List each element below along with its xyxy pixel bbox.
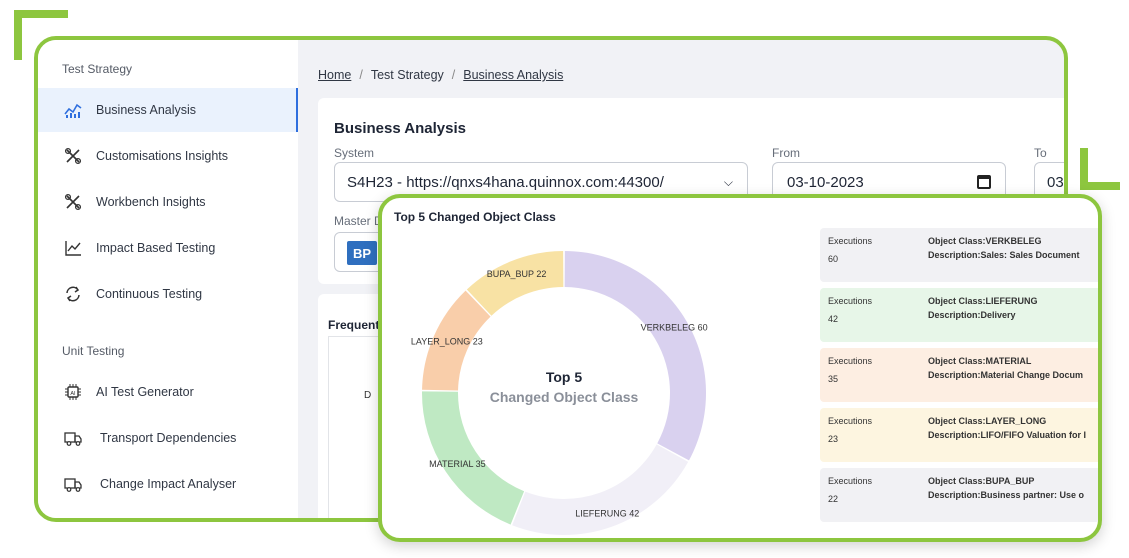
executions-label: Executions xyxy=(828,296,873,306)
object-class-text: Object Class:LIEFERUNG xyxy=(928,296,1038,306)
description-text: Description:Material Change Docum xyxy=(928,370,1084,380)
sidebar-section-title: Unit Testing xyxy=(62,344,125,358)
truck-icon xyxy=(62,475,84,493)
tools-icon xyxy=(62,147,84,165)
executions-value: 22 xyxy=(828,494,839,504)
analytics-chart-icon xyxy=(62,101,84,119)
donut-segment-label: LIEFERUNG 42 xyxy=(575,508,639,518)
sidebar-item-workbench-insights[interactable]: Workbench Insights xyxy=(38,180,298,224)
sidebar-item-continuous-testing[interactable]: Continuous Testing xyxy=(38,272,298,316)
breadcrumb-separator: / xyxy=(451,68,456,82)
breadcrumb: Home / Test Strategy / Business Analysis xyxy=(318,68,563,82)
sidebar-item-label: Change Impact Analyser xyxy=(100,477,237,491)
donut-center-title: Top 5 xyxy=(546,369,583,385)
sidebar-item-label: Transport Dependencies xyxy=(100,431,237,445)
decorative-corner-right xyxy=(1080,148,1120,190)
sidebar: Test Strategy Business Analysis Customis… xyxy=(38,40,298,518)
svg-text:AI: AI xyxy=(70,391,76,397)
breadcrumb-separator: / xyxy=(359,68,363,82)
execution-card[interactable]: Executions 42 Object Class:LIEFERUNG Descri… xyxy=(820,288,1098,342)
frequent-title: Frequent xyxy=(328,318,380,332)
refresh-icon xyxy=(62,285,84,303)
master-data-label: Master D xyxy=(334,214,383,228)
sidebar-item-business-analysis[interactable]: Business Analysis xyxy=(38,88,298,132)
sidebar-item-transport-dependencies[interactable]: Transport Dependencies xyxy=(38,416,298,460)
donut-segment-label: LAYER_LONG 23 xyxy=(411,336,483,346)
system-label: System xyxy=(334,146,375,160)
truck-icon xyxy=(62,429,84,447)
donut-segment-verkbeleg[interactable] xyxy=(564,251,706,461)
sidebar-item-change-impact-analyser[interactable]: Change Impact Analyser xyxy=(38,462,298,506)
donut-chart: VERKBELEG 60 LIEFERUNG 42 MATERIAL 35 LAYER… xyxy=(411,251,708,535)
from-label: From xyxy=(772,146,800,160)
page-title: Business Analysis xyxy=(334,120,467,137)
object-class-text: Object Class:BUPA_BUP xyxy=(928,476,1035,486)
execution-card[interactable]: Executions 23 Object Class:LAYER_LONG Descr… xyxy=(820,408,1098,462)
donut-segment-label: BUPA_BUP 22 xyxy=(487,269,547,279)
executions-value: 60 xyxy=(828,254,839,264)
executions-label: Executions xyxy=(828,416,873,426)
to-label: To xyxy=(1034,146,1047,160)
execution-card[interactable]: Executions 60 Object Class:VERKBELEG Descri… xyxy=(820,228,1098,282)
ai-chip-icon: AI xyxy=(62,383,84,401)
executions-value: 42 xyxy=(828,314,839,324)
breadcrumb-home-link[interactable]: Home xyxy=(318,68,351,82)
sidebar-section-title: Test Strategy xyxy=(62,62,133,76)
system-select-value: S4H23 - https://qnxs4hana.quinnox.com:44… xyxy=(347,173,664,191)
description-text: Description:LIFO/FIFO Valuation for I xyxy=(928,430,1087,440)
sidebar-item-label: AI Test Generator xyxy=(96,385,194,399)
description-text: Description:Delivery xyxy=(928,310,1016,320)
donut-segment-label: VERKBELEG 60 xyxy=(641,323,708,333)
line-chart-icon xyxy=(62,239,84,257)
object-class-text: Object Class:LAYER_LONG xyxy=(928,416,1047,426)
sidebar-item-label: Continuous Testing xyxy=(96,287,203,301)
sidebar-item-ai-test-generator[interactable]: AI AI Test Generator xyxy=(38,370,298,414)
calendar-icon[interactable] xyxy=(977,175,991,189)
description-text: Description:Sales: Sales Document xyxy=(928,250,1080,260)
frequent-chart-letter: D xyxy=(364,390,372,401)
breadcrumb-current-link[interactable]: Business Analysis xyxy=(463,68,563,82)
sidebar-item-customisations-insights[interactable]: Customisations Insights xyxy=(38,134,298,178)
execution-card[interactable]: Executions 22 Object Class:BUPA_BUP Descrip… xyxy=(820,468,1098,522)
executions-label: Executions xyxy=(828,236,873,246)
chevron-down-icon: ⌵ xyxy=(723,175,733,189)
top5-overlay-window: Top 5 Changed Object Class VERKBELEG 60 L… xyxy=(378,194,1102,542)
object-class-text: Object Class:MATERIAL xyxy=(928,356,1032,366)
executions-label: Executions xyxy=(828,476,873,486)
breadcrumb-section: Test Strategy xyxy=(370,68,444,82)
description-text: Description:Business partner: Use o xyxy=(928,490,1085,500)
execution-card[interactable]: Executions 35 Object Class:MATERIAL Descrip… xyxy=(820,348,1098,402)
donut-segment-lieferung[interactable] xyxy=(512,444,689,535)
bp-chip[interactable]: BP xyxy=(347,241,377,265)
donut-segment-label: MATERIAL 35 xyxy=(429,459,486,469)
executions-value: 23 xyxy=(828,434,839,444)
object-class-text: Object Class:VERKBELEG xyxy=(928,236,1042,246)
donut-center-subtitle: Changed Object Class xyxy=(490,389,639,405)
tools-icon xyxy=(62,193,84,211)
sidebar-item-label: Customisations Insights xyxy=(96,149,229,163)
donut-segment-bupa-bup[interactable] xyxy=(466,251,564,316)
sidebar-item-label: Impact Based Testing xyxy=(96,241,216,255)
sidebar-item-impact-based-testing[interactable]: Impact Based Testing xyxy=(38,226,298,270)
sidebar-item-label: Workbench Insights xyxy=(96,195,206,209)
to-date-value: 03 xyxy=(1047,173,1064,191)
executions-label: Executions xyxy=(828,356,873,366)
from-date-value: 03-10-2023 xyxy=(787,173,864,191)
sidebar-item-label: Business Analysis xyxy=(96,103,197,117)
executions-value: 35 xyxy=(828,374,839,384)
